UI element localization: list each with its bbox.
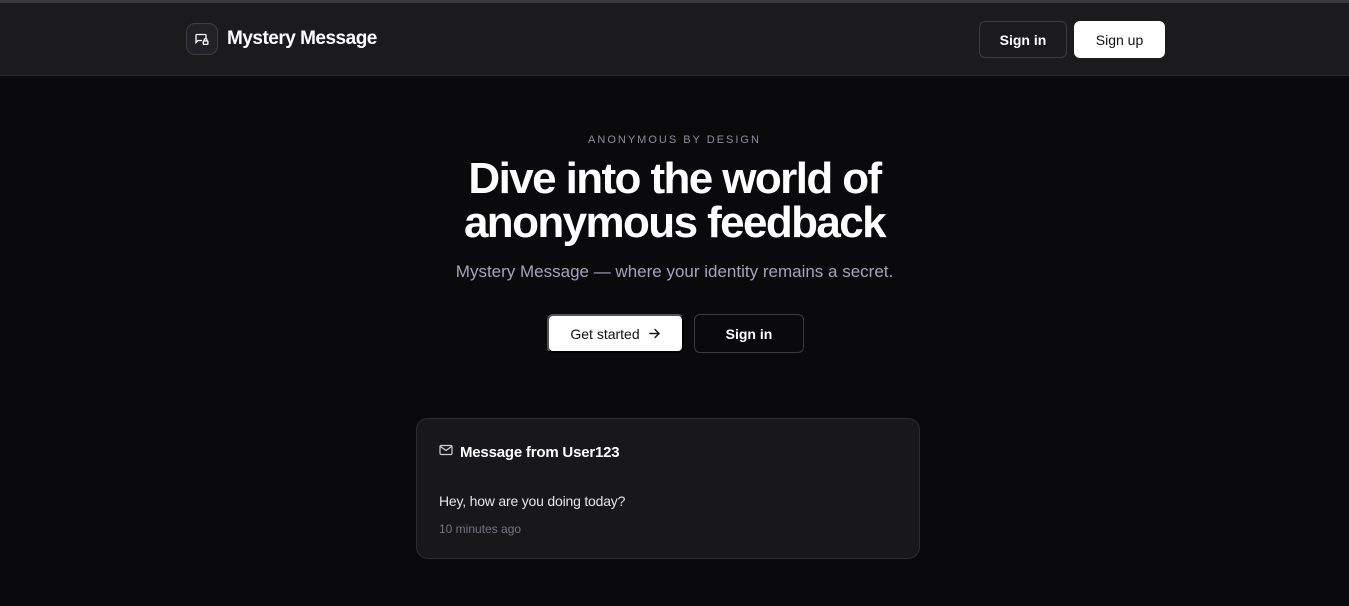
- hero-subtitle: Mystery Message — where your identity re…: [455, 262, 894, 281]
- hero-eyebrow: ANONYMOUS BY DESIGN: [588, 134, 761, 146]
- hero-signin-button[interactable]: Sign in: [694, 314, 804, 353]
- hero-title-line1: Dive into the world of: [468, 154, 882, 203]
- mail-icon: [439, 443, 453, 461]
- brand[interactable]: Mystery Message: [186, 23, 377, 55]
- top-navbar: Mystery Message Sign in Sign up: [0, 3, 1349, 76]
- message-lock-icon: [186, 23, 218, 55]
- message-card-body: Hey, how are you doing today?: [439, 493, 626, 509]
- get-started-button[interactable]: Get started: [547, 314, 684, 353]
- arrow-right-icon: [648, 327, 661, 340]
- message-card[interactable]: Message from User123 Hey, how are you do…: [416, 418, 920, 559]
- brand-name: Mystery Message: [227, 28, 377, 49]
- message-card-header: Message from User123: [439, 443, 620, 461]
- hero-title: Dive into the world of anonymous feedbac…: [0, 157, 1349, 245]
- hero-title-line2: anonymous feedback: [463, 198, 887, 247]
- nav-signin-button[interactable]: Sign in: [979, 21, 1067, 58]
- nav-signup-button[interactable]: Sign up: [1074, 21, 1165, 58]
- get-started-label: Get started: [570, 325, 640, 342]
- message-card-title: Message from User123: [460, 443, 620, 461]
- message-card-timestamp: 10 minutes ago: [439, 522, 522, 536]
